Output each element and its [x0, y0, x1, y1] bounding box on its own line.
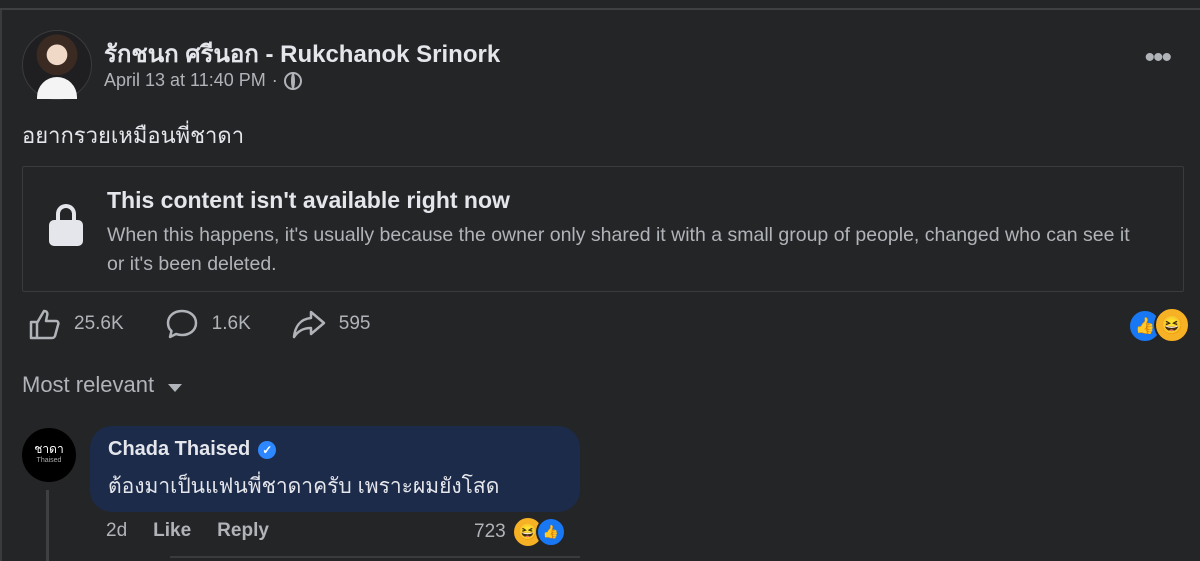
commenter-avatar[interactable]: ชาดา Thaised	[22, 428, 76, 482]
meta-separator: ·	[271, 70, 278, 90]
lock-icon	[49, 204, 83, 246]
unavailable-title: This content isn't available right now	[107, 187, 510, 213]
share-count: 595	[338, 313, 371, 334]
commenter-name-row: Chada Thaised ✓	[108, 438, 277, 461]
comment-age[interactable]: 2d	[106, 520, 127, 542]
thread-line	[46, 490, 49, 561]
unavailable-content-box: This content isn't available right now W…	[22, 166, 1184, 292]
like-count: 25.6K	[74, 313, 124, 334]
comment-button[interactable]: 1.6K	[164, 306, 251, 342]
like-reaction-icon: 👍	[535, 517, 566, 547]
commenter-avatar-subtext: Thaised	[36, 457, 62, 464]
comment-reactions[interactable]: 723 😆 👍	[474, 516, 566, 548]
post-actions-bar: 25.6K 1.6K 595	[26, 300, 410, 348]
comment-like-button[interactable]: Like	[153, 520, 191, 542]
like-button[interactable]: 25.6K	[26, 306, 124, 342]
commenter-avatar-text: ชาดา	[34, 442, 64, 456]
top-divider	[0, 8, 1200, 10]
commenter-name[interactable]: Chada Thaised	[108, 438, 250, 461]
thumbs-up-icon	[29, 309, 60, 340]
post-meta: April 13 at 11:40 PM ·	[104, 70, 302, 91]
comment-bubble: Chada Thaised ✓ ต้องมาเป็นแฟนพี่ชาดาครับ…	[90, 426, 580, 512]
comment-reply-button[interactable]: Reply	[217, 520, 269, 542]
more-options-icon[interactable]: •••	[1144, 43, 1171, 73]
globe-icon	[283, 71, 302, 90]
comment-reaction-count: 723	[474, 521, 506, 542]
comment-icon	[166, 309, 197, 339]
author-name[interactable]: รักชนก ศรีนอก - Rukchanok Srinork	[104, 34, 500, 73]
comment-text: ต้องมาเป็นแฟนพี่ชาดาครับ เพราะผมยังโสด	[108, 475, 500, 498]
share-button[interactable]: 595	[291, 306, 371, 342]
left-border	[0, 10, 2, 561]
unavailable-body: When this happens, it's usually because …	[107, 224, 1130, 275]
post-timestamp[interactable]: April 13 at 11:40 PM	[104, 70, 266, 91]
comment-divider	[170, 556, 580, 558]
share-icon	[292, 310, 325, 339]
comment-count: 1.6K	[211, 313, 251, 334]
haha-reaction-icon: 😆	[1154, 307, 1190, 343]
post-header: รักชนก ศรีนอก - Rukchanok Srinork April …	[22, 30, 1178, 102]
chevron-down-icon	[168, 384, 183, 392]
verified-badge-icon: ✓	[258, 440, 277, 459]
post-text: อยากรวยเหมือนพี่ชาดา	[22, 123, 245, 148]
comment-sort-dropdown[interactable]: Most relevant	[22, 372, 183, 398]
reactions-summary[interactable]: 👍 😆	[1128, 307, 1192, 343]
comment-actions: 2d Like Reply	[106, 520, 269, 542]
author-avatar[interactable]	[22, 30, 92, 100]
sort-label: Most relevant	[22, 372, 155, 397]
